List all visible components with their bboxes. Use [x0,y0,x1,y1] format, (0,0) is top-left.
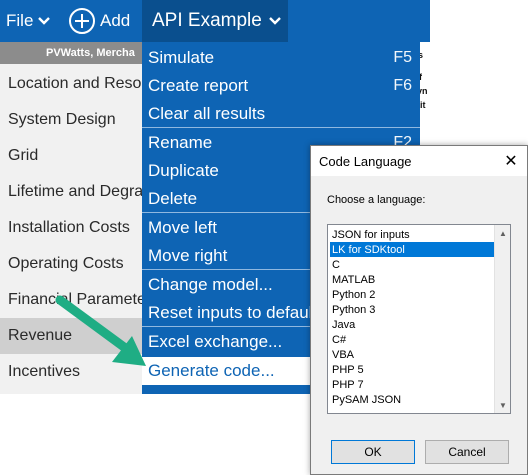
menu-item-label: Simulate [148,48,215,67]
dialog-title-bar: Code Language ✕ [311,146,527,176]
add-case-label: Add [100,11,131,30]
sidebar-item-revenue[interactable]: Revenue [0,318,142,354]
sidebar-item-incentives[interactable]: Incentives [0,354,142,390]
menu-item-label: Duplicate [148,161,219,180]
chevron-down-icon [268,17,281,25]
top-toolbar: File Add API Example [0,0,430,42]
listbox-scrollbar[interactable]: ▲ ▼ [494,225,510,413]
dialog-title: Code Language [319,153,412,169]
menu-item-label: Change model... [148,275,273,294]
sidebar-item-label: Installation Costs [8,219,130,236]
file-menu-label: File [6,11,34,30]
case-menu-button[interactable]: API Example [142,0,288,42]
menu-item-clear-all-results[interactable]: Clear all results [142,100,420,128]
menu-item-label: Move left [148,218,217,237]
sidebar-item-label: Financial Parameter [8,291,142,308]
cancel-button[interactable]: Cancel [425,440,509,464]
language-option[interactable]: PySAM JSON [330,392,494,407]
menu-item-simulate[interactable]: Simulate F5 [142,44,420,72]
language-option[interactable]: Java [330,317,494,332]
file-menu-button[interactable]: File [6,10,51,32]
scroll-up-icon[interactable]: ▲ [498,228,508,238]
scroll-down-icon[interactable]: ▼ [498,400,508,410]
menu-item-label: Move right [148,246,228,265]
sidebar-item-lifetime-and-degra[interactable]: Lifetime and Degra [0,174,142,210]
sidebar-item-label: System Design [8,111,116,128]
add-case-button[interactable]: Add [68,7,130,35]
menu-item-label: Rename [148,133,213,152]
sidebar-item-installation-costs[interactable]: Installation Costs [0,210,142,246]
language-option[interactable]: PHP 7 [330,377,494,392]
menu-item-create-report[interactable]: Create report F6 [142,72,420,100]
language-option[interactable]: Python 3 [330,302,494,317]
menu-item-label: Delete [148,189,198,208]
chevron-down-icon [38,17,51,25]
app-window: File Add API Example PVWatts, Mercha Loc… [0,0,528,475]
language-option[interactable]: JSON for inputs [330,227,494,242]
sidebar-item-financial-parameter[interactable]: Financial Parameter [0,282,142,318]
language-option[interactable]: C# [330,332,494,347]
choose-language-label: Choose a language: [327,194,426,206]
input-page-sidebar: Location and Reso System Design Grid Lifeti… [0,64,142,394]
sidebar-item-label: Operating Costs [8,255,124,272]
sidebar-item-operating-costs[interactable]: Operating Costs [0,246,142,282]
menu-item-label: Generate code... [148,361,275,380]
sidebar-item-location-and-reso[interactable]: Location and Reso [0,66,142,102]
sidebar-item-label: Revenue [8,327,73,344]
language-option[interactable]: PHP 5 [330,362,494,377]
case-model-banner: PVWatts, Mercha [0,42,142,64]
sidebar-item-label: Lifetime and Degra [8,183,142,200]
language-option[interactable]: Python 2 [330,287,494,302]
menu-item-shortcut: F5 [393,49,412,66]
plus-circle-icon [69,8,95,34]
sidebar-item-label: Incentives [8,363,81,380]
language-option[interactable]: VBA [330,347,494,362]
sidebar-item-system-design[interactable]: System Design [0,102,142,138]
menu-item-label: Excel exchange... [148,332,283,351]
menu-item-label: Create report [148,76,249,95]
menu-item-label: Clear all results [148,104,266,123]
language-option[interactable]: LK for SDKtool [330,242,494,257]
menu-item-shortcut: F6 [393,77,412,94]
language-listbox[interactable]: PySAM JSON PHP 7 PHP 5 VBA C# Java Python 3 Pyt… [327,224,511,414]
sidebar-item-grid[interactable]: Grid [0,138,142,174]
menu-item-label: Reset inputs to defaults [148,303,326,322]
sidebar-item-label: Location and Reso [8,75,142,92]
sidebar-item-label: Grid [8,147,39,164]
case-menu-label: API Example [152,10,262,31]
close-icon[interactable]: ✕ [501,151,521,171]
language-option[interactable]: MATLAB [330,272,494,287]
code-language-dialog: Code Language ✕ Choose a language: PySAM… [310,145,528,475]
language-option[interactable]: C [330,257,494,272]
ok-button[interactable]: OK [331,440,415,464]
